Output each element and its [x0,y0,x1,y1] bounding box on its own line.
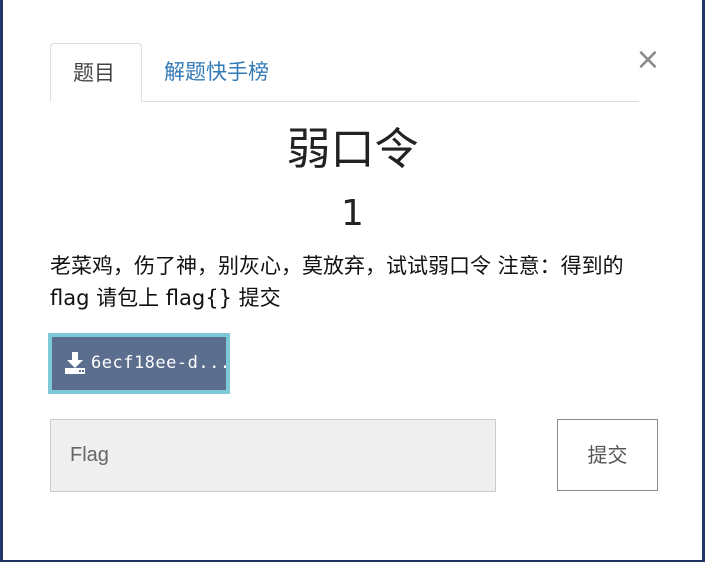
challenge-description: 老菜鸡，伤了神，别灰心，莫放弃，试试弱口令 注意：得到的flag 请包上 fla… [50,254,624,310]
close-icon: × [635,42,661,77]
modal-tabs: 题目 解题快手榜 [50,43,639,102]
tab-solves[interactable]: 解题快手榜 [142,43,291,101]
flag-input[interactable] [50,419,496,492]
download-icon [65,352,85,374]
challenge-value: 1 [341,193,364,234]
challenge-name: 弱口令 [286,124,419,175]
challenge-modal: 题目 解题快手榜 × 弱口令 1 老菜鸡，伤了神，别灰心，莫放弃，试试弱口令 注… [3,0,702,560]
tab-challenge[interactable]: 题目 [50,43,142,102]
download-file-button[interactable]: 6ecf18ee-d... [48,333,230,394]
submit-button[interactable]: 提交 [557,419,658,491]
close-button[interactable]: × [635,45,661,75]
download-file-label: 6ecf18ee-d... [91,353,231,373]
